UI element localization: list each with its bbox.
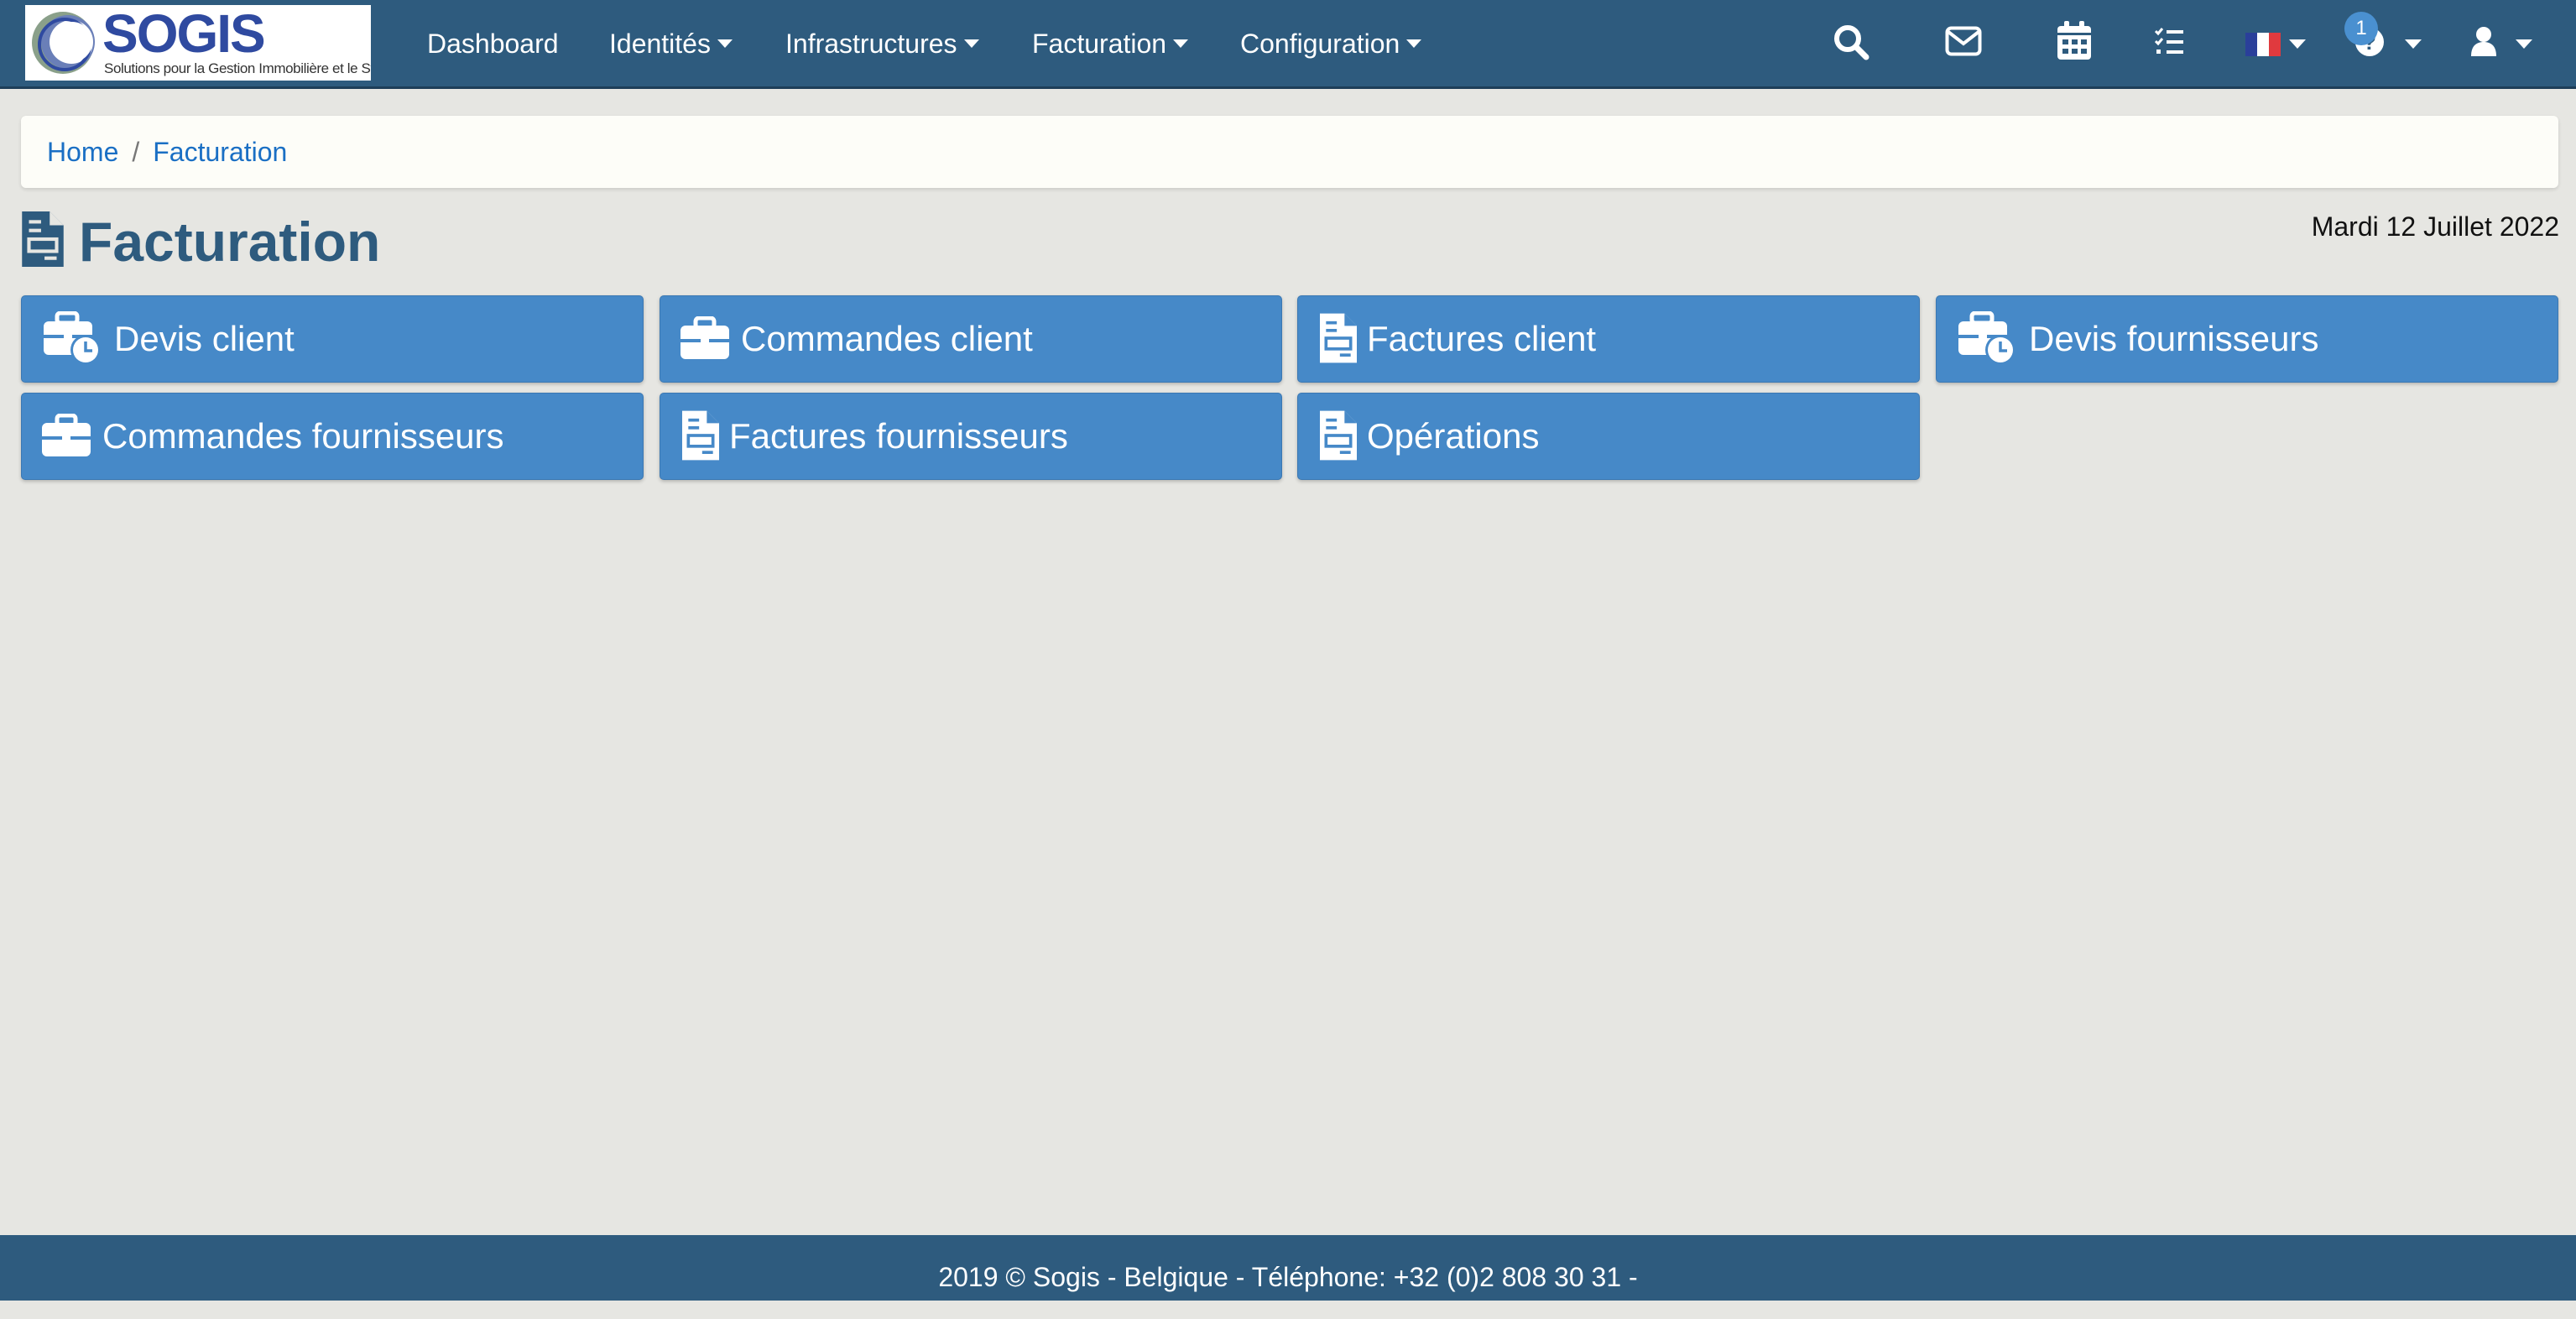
invoice-icon: [682, 410, 719, 461]
tile-label: Commandes fournisseurs: [102, 416, 504, 456]
chevron-down-icon[interactable]: [2289, 39, 2306, 50]
breadcrumb: Home / Facturation: [21, 116, 2558, 188]
tile-commandes-client[interactable]: Commandes client: [660, 295, 1282, 383]
user-icon[interactable]: [2470, 26, 2497, 56]
notification-badge: 1: [2344, 12, 2378, 45]
chevron-down-icon: [717, 39, 733, 48]
tile-label: Opérations: [1367, 416, 1540, 456]
tile-commandes-fournisseurs[interactable]: Commandes fournisseurs: [21, 393, 644, 480]
nav-facturation[interactable]: Facturation: [1032, 0, 1189, 89]
chevron-down-icon: [1173, 39, 1189, 48]
nav-infrastructures-label: Infrastructures: [785, 29, 957, 59]
breadcrumb-separator: /: [132, 137, 140, 167]
chevron-down-icon[interactable]: [2405, 39, 2422, 50]
nav-configuration[interactable]: Configuration: [1240, 0, 1422, 89]
brand-tagline: Solutions pour la Gestion Immobilière et…: [104, 60, 371, 76]
tile-label: Factures fournisseurs: [729, 416, 1068, 456]
nav-identites-label: Identités: [609, 29, 711, 59]
tile-factures-client[interactable]: Factures client: [1297, 295, 1920, 383]
brand-name: SOGIS: [102, 5, 266, 64]
mail-icon[interactable]: [1945, 26, 1982, 56]
invoice-icon: [1320, 313, 1357, 363]
nav-facturation-label: Facturation: [1032, 29, 1167, 59]
logo-swirl-icon: [32, 12, 95, 74]
invoice-icon: [22, 211, 64, 267]
nav-configuration-label: Configuration: [1240, 29, 1400, 59]
briefcase-clock-icon: [44, 311, 101, 365]
nav-dashboard[interactable]: Dashboard: [427, 0, 559, 89]
briefcase-icon: [42, 414, 91, 456]
chevron-down-icon: [1406, 39, 1422, 48]
breadcrumb-home[interactable]: Home: [47, 137, 118, 167]
calendar-icon[interactable]: [2057, 21, 2091, 60]
tile-devis-fournisseurs[interactable]: Devis fournisseurs: [1936, 295, 2558, 383]
footer-text: 2019 © Sogis - Belgique - Téléphone: +32…: [938, 1262, 1638, 1292]
current-date: Mardi 12 Juillet 2022: [2311, 211, 2559, 242]
briefcase-icon: [681, 316, 729, 359]
invoice-icon: [1320, 410, 1357, 461]
tile-operations[interactable]: Opérations: [1297, 393, 1920, 480]
breadcrumb-current[interactable]: Facturation: [153, 137, 287, 167]
tile-devis-client[interactable]: Devis client: [21, 295, 644, 383]
chevron-down-icon: [963, 39, 979, 48]
search-icon[interactable]: [1832, 23, 1870, 61]
brand-logo[interactable]: SOGIS Solutions pour la Gestion Immobili…: [25, 5, 371, 81]
nav-identites[interactable]: Identités: [609, 0, 733, 89]
tasks-icon[interactable]: [2155, 27, 2185, 55]
nav-dashboard-label: Dashboard: [427, 29, 559, 59]
tile-label: Devis client: [114, 319, 295, 358]
tile-factures-fournisseurs[interactable]: Factures fournisseurs: [660, 393, 1282, 480]
page-footer: 2019 © Sogis - Belgique - Téléphone: +32…: [0, 1235, 2576, 1301]
nav-infrastructures[interactable]: Infrastructures: [785, 0, 979, 89]
chevron-down-icon[interactable]: [2516, 39, 2532, 50]
page-title: Facturation: [79, 211, 381, 273]
tile-label: Factures client: [1367, 319, 1597, 358]
tile-label: Devis fournisseurs: [2029, 319, 2319, 358]
tile-label: Commandes client: [741, 319, 1033, 358]
briefcase-clock-icon: [1958, 311, 2015, 365]
flag-fr-icon[interactable]: [2245, 33, 2281, 56]
top-navbar: SOGIS Solutions pour la Gestion Immobili…: [0, 0, 2576, 89]
